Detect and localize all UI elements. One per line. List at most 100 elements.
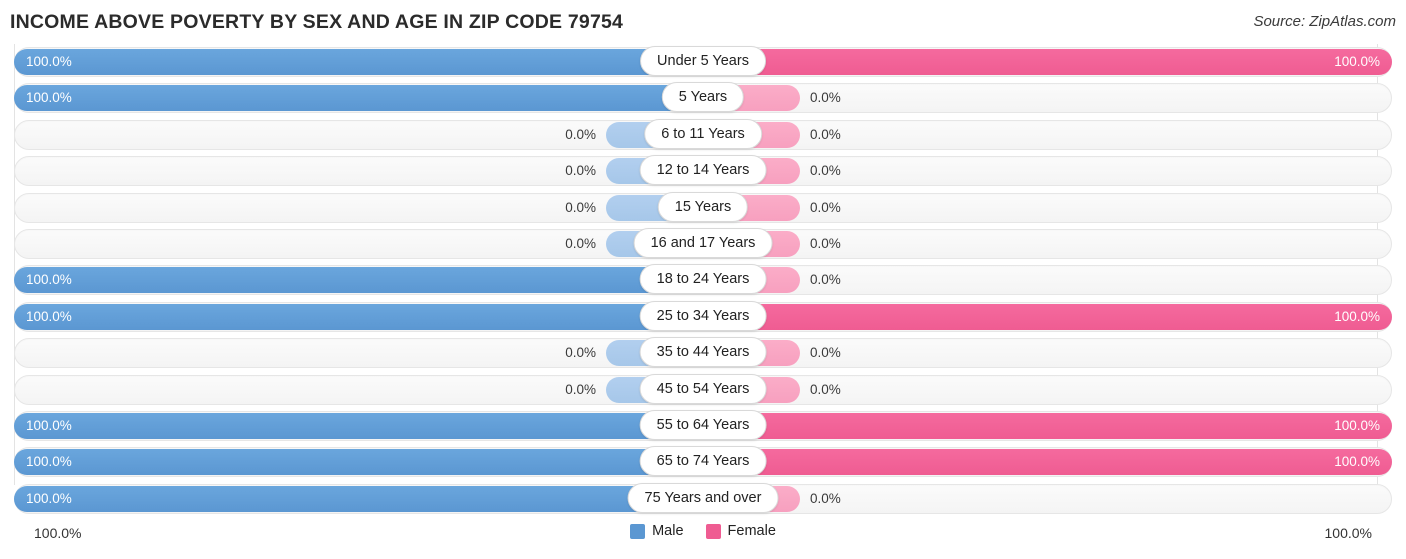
legend-swatch-male-icon [630, 523, 646, 539]
chart-footer: 100.0% Male Female 100.0% [0, 523, 1406, 549]
male-half: 0.0% [14, 158, 690, 185]
category-label: 16 and 17 Years [633, 227, 773, 258]
female-value-label: 0.0% [810, 163, 841, 179]
male-half: 0.0% [14, 121, 690, 148]
chart-row: 0.0% 0.0% 6 to 11 Years [0, 117, 1406, 153]
category-label: 65 to 74 Years [639, 446, 767, 477]
chart-legend: Male Female [0, 523, 1406, 539]
male-half: 100.0% [14, 412, 690, 439]
female-value-label: 100.0% [1334, 417, 1380, 433]
female-value-label: 100.0% [1334, 454, 1380, 470]
female-value-label: 0.0% [810, 490, 841, 506]
male-value-label: 100.0% [26, 454, 72, 470]
legend-swatch-female-icon [705, 523, 721, 539]
female-value-label: 100.0% [1334, 308, 1380, 324]
male-value-label: 100.0% [26, 490, 72, 506]
female-half: 0.0% [716, 85, 1392, 112]
male-half: 100.0% [14, 449, 690, 476]
male-bar[interactable] [14, 485, 690, 512]
female-half: 100.0% [716, 49, 1392, 75]
category-label: 55 to 64 Years [639, 409, 767, 440]
chart-page: INCOME ABOVE POVERTY BY SEX AND AGE IN Z… [0, 0, 1406, 559]
category-label: 6 to 11 Years [644, 118, 762, 149]
male-half: 0.0% [14, 376, 690, 403]
chart-row: 100.0% 0.0% 75 Years and over [0, 481, 1406, 517]
legend-item-female[interactable]: Female [705, 523, 776, 539]
female-half: 100.0% [716, 449, 1392, 476]
male-value-label: 0.0% [565, 126, 596, 142]
male-bar[interactable] [14, 85, 690, 112]
male-half: 100.0% [14, 267, 690, 294]
female-value-label: 0.0% [810, 199, 841, 215]
chart-row: 100.0% 100.0% 25 to 34 Years [0, 299, 1406, 335]
female-value-label: 0.0% [810, 126, 841, 142]
page-title: INCOME ABOVE POVERTY BY SEX AND AGE IN Z… [10, 11, 624, 33]
female-value-label: 100.0% [1334, 54, 1380, 69]
female-bar[interactable] [716, 303, 1392, 330]
male-bar[interactable] [14, 449, 690, 476]
female-value-label: 0.0% [810, 381, 841, 397]
male-value-label: 0.0% [565, 199, 596, 215]
category-label: 5 Years [661, 82, 745, 113]
male-bar[interactable] [14, 267, 690, 294]
chart-row: 100.0% 100.0% 65 to 74 Years [0, 444, 1406, 480]
female-half: 100.0% [716, 412, 1392, 439]
male-bar[interactable] [14, 49, 690, 75]
female-value-label: 0.0% [810, 90, 841, 106]
female-half: 0.0% [716, 485, 1392, 512]
female-value-label: 0.0% [810, 235, 841, 251]
chart-row: 0.0% 0.0% 35 to 44 Years [0, 335, 1406, 371]
female-half: 0.0% [716, 121, 1392, 148]
chart-row: 100.0% 0.0% 5 Years [0, 80, 1406, 116]
category-label: 12 to 14 Years [639, 155, 767, 186]
category-label: Under 5 Years [640, 46, 766, 76]
male-half: 100.0% [14, 49, 690, 75]
female-half: 0.0% [716, 194, 1392, 221]
male-value-label: 0.0% [565, 381, 596, 397]
legend-item-male[interactable]: Male [630, 523, 684, 539]
chart-row: 0.0% 0.0% 16 and 17 Years [0, 226, 1406, 262]
chart-row: 100.0% 0.0% 18 to 24 Years [0, 262, 1406, 298]
legend-label-male: Male [652, 523, 684, 539]
male-half: 0.0% [14, 194, 690, 221]
female-bar[interactable] [716, 412, 1392, 439]
male-half: 100.0% [14, 303, 690, 330]
male-value-label: 0.0% [565, 345, 596, 361]
female-half: 0.0% [716, 340, 1392, 367]
female-value-label: 0.0% [810, 345, 841, 361]
source-attribution: Source: ZipAtlas.com [1253, 13, 1396, 30]
category-label: 75 Years and over [627, 482, 779, 513]
female-bar[interactable] [716, 49, 1392, 75]
male-value-label: 100.0% [26, 417, 72, 433]
chart-row: 100.0% 100.0% 55 to 64 Years [0, 408, 1406, 444]
female-half: 100.0% [716, 303, 1392, 330]
male-value-label: 100.0% [26, 308, 72, 324]
female-half: 0.0% [716, 230, 1392, 257]
female-bar[interactable] [716, 449, 1392, 476]
male-value-label: 100.0% [26, 272, 72, 288]
male-half: 100.0% [14, 85, 690, 112]
category-label: 25 to 34 Years [639, 300, 767, 331]
category-label: 18 to 24 Years [639, 264, 767, 295]
male-half: 100.0% [14, 485, 690, 512]
female-half: 0.0% [716, 376, 1392, 403]
category-label: 35 to 44 Years [639, 337, 767, 368]
male-half: 0.0% [14, 230, 690, 257]
male-half: 0.0% [14, 340, 690, 367]
chart-row: 0.0% 0.0% 45 to 54 Years [0, 372, 1406, 408]
category-label: 15 Years [657, 191, 749, 222]
male-value-label: 100.0% [26, 90, 72, 106]
female-half: 0.0% [716, 267, 1392, 294]
male-value-label: 100.0% [26, 54, 72, 69]
male-value-label: 0.0% [565, 163, 596, 179]
female-half: 0.0% [716, 158, 1392, 185]
category-label: 45 to 54 Years [639, 373, 767, 404]
female-value-label: 0.0% [810, 272, 841, 288]
diverging-bar-chart: 100.0% 100.0% Under 5 Years 100.0% 0.0% 5 Yea… [0, 44, 1406, 519]
chart-rows: 100.0% 100.0% Under 5 Years 100.0% 0.0% 5 Yea… [0, 44, 1406, 517]
chart-header: INCOME ABOVE POVERTY BY SEX AND AGE IN Z… [0, 0, 1406, 44]
male-bar[interactable] [14, 303, 690, 330]
chart-row: 0.0% 0.0% 12 to 14 Years [0, 153, 1406, 189]
male-bar[interactable] [14, 412, 690, 439]
chart-row: 0.0% 0.0% 15 Years [0, 190, 1406, 226]
